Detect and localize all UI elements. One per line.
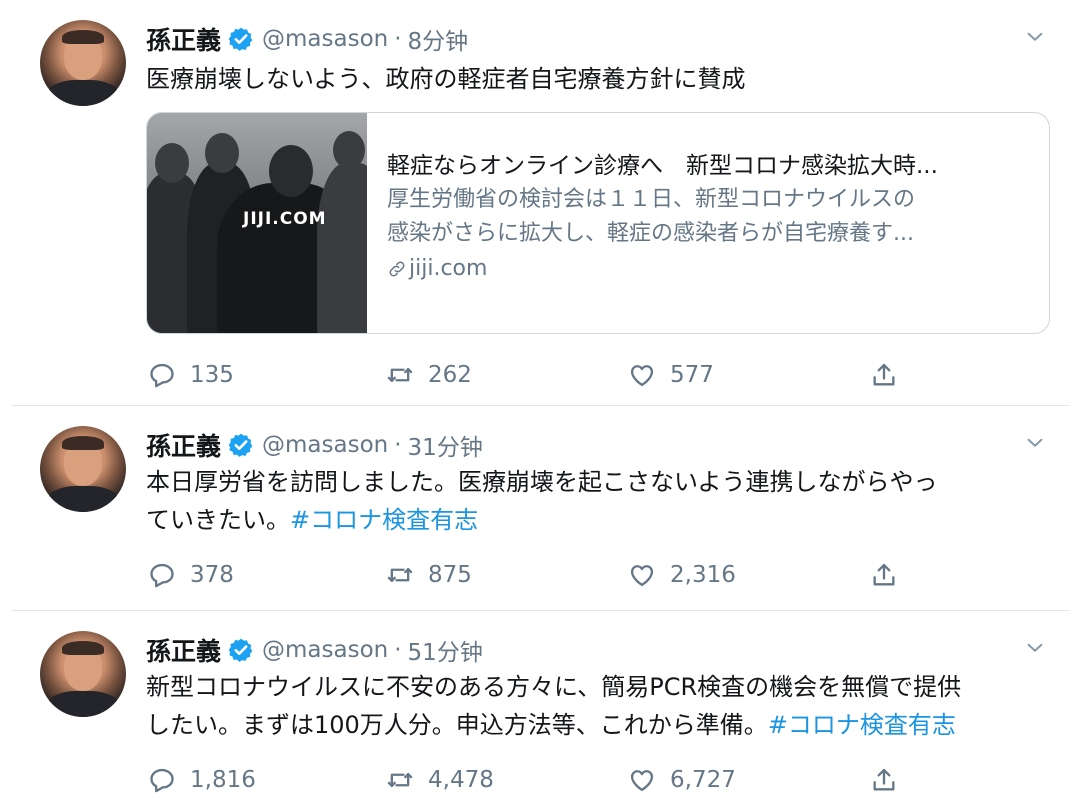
tweet-text-line-2: ていきたい。#コロナ検査有志 [146, 501, 1046, 539]
share-button[interactable] [870, 357, 898, 393]
chevron-down-icon[interactable] [1024, 26, 1046, 48]
like-icon [630, 365, 654, 387]
reply-button[interactable]: 135 [148, 357, 234, 393]
action-bar: 135 262 577 [146, 357, 926, 393]
tweet-text-line-2: したい。まずは100万人分。申込方法等、これから準備。#コロナ検査有志 [146, 706, 1046, 744]
verified-badge-icon [228, 432, 254, 458]
action-bar: 1,816 4,478 6,727 [146, 762, 926, 798]
card-title: 軽症ならオンライン診療へ 新型コロナ感染拡大時... [387, 153, 938, 179]
author-name[interactable]: 孫正義 [146, 427, 221, 463]
separator-dot: · [394, 432, 402, 458]
tweet-text-line-1: 新型コロナウイルスに不安のある方々に、簡易PCR検査の機会を無償で提供 [146, 673, 962, 701]
avatar[interactable] [40, 20, 126, 106]
reply-button[interactable]: 378 [148, 557, 234, 593]
author-handle[interactable]: @masason [262, 26, 388, 52]
retweet-button[interactable]: 4,478 [386, 762, 494, 798]
card-description-line-2: 感染がさらに拡大し、軽症の感染者らが自宅療養す... [387, 221, 914, 246]
avatar[interactable] [40, 631, 126, 717]
reply-count: 1,816 [190, 767, 256, 793]
author-handle[interactable]: @masason [262, 637, 388, 663]
card-domain: jiji.com [387, 251, 1037, 287]
like-button[interactable]: 2,316 [628, 557, 736, 593]
link-icon [389, 261, 405, 277]
share-button[interactable] [870, 557, 898, 593]
retweet-icon [387, 568, 413, 582]
card-body: 軽症ならオンライン診療へ 新型コロナ感染拡大時... 厚生労働省の検討会は１１日… [387, 149, 1037, 287]
tweet-text: 医療崩壊しないよう、政府の軽症者自宅療養方針に賛成 [146, 65, 746, 93]
timestamp[interactable]: 8分钟 [408, 22, 469, 56]
share-icon [873, 768, 895, 791]
link-card[interactable]: JIJI.COM 軽症ならオンライン診療へ 新型コロナ感染拡大時... 厚生労働… [146, 112, 1050, 334]
card-description-line-1: 厚生労働省の検討会は１１日、新型コロナウイルスの [387, 187, 916, 212]
tweet-text-line-2-body: ていきたい。 [146, 506, 290, 534]
like-count: 6,727 [670, 767, 736, 793]
avatar[interactable] [40, 426, 126, 512]
tweet-2[interactable]: 孫正義 @masason · 31分钟 本日厚労省を訪問しました。医療崩壊を起こ… [0, 406, 1080, 606]
tweet-text-line-1: 本日厚労省を訪問しました。医療崩壊を起こさないよう連携しながらやっ [146, 468, 938, 496]
retweet-icon [387, 773, 413, 787]
hashtag-link[interactable]: #コロナ検査有志 [768, 711, 956, 739]
retweet-icon [387, 367, 413, 383]
reply-count: 378 [190, 562, 234, 588]
retweet-button[interactable]: 875 [386, 557, 472, 593]
tweet-text: 本日厚労省を訪問しました。医療崩壊を起こさないよう連携しながらやっ ていきたい。… [146, 463, 1046, 539]
card-domain-text: jiji.com [409, 256, 488, 281]
reply-count: 135 [190, 362, 234, 388]
image-watermark: JIJI.COM [243, 209, 327, 229]
share-icon [873, 363, 895, 386]
reply-icon [150, 363, 174, 388]
like-icon [630, 565, 654, 587]
like-button[interactable]: 6,727 [628, 762, 736, 798]
retweet-count: 4,478 [428, 767, 494, 793]
tweet-3[interactable]: 孫正義 @masason · 51分钟 新型コロナウイルスに不安のある方々に、簡… [0, 611, 1080, 810]
retweet-count: 262 [428, 362, 472, 388]
chevron-down-icon[interactable] [1024, 432, 1046, 454]
separator-dot: · [394, 26, 402, 52]
action-bar: 378 875 2,316 [146, 557, 926, 593]
timestamp[interactable]: 31分钟 [408, 428, 483, 462]
separator-dot: · [394, 637, 402, 663]
tweet-text-line-2-body: したい。まずは100万人分。申込方法等、これから準備。 [146, 711, 768, 739]
like-button[interactable]: 577 [628, 357, 714, 393]
retweet-count: 875 [428, 562, 472, 588]
share-icon [873, 563, 895, 586]
tweet-1[interactable]: 孫正義 @masason · 8分钟 医療崩壊しないよう、政府の軽症者自宅療養方… [0, 0, 1080, 405]
like-count: 577 [670, 362, 714, 388]
like-icon [630, 770, 654, 792]
like-count: 2,316 [670, 562, 736, 588]
author-handle[interactable]: @masason [262, 432, 388, 458]
reply-icon [150, 563, 174, 588]
tweet-text: 新型コロナウイルスに不安のある方々に、簡易PCR検査の機会を無償で提供 したい。… [146, 668, 1046, 744]
tweet-header: 孫正義 @masason · 51分钟 [146, 633, 483, 667]
card-image: JIJI.COM [147, 113, 367, 333]
share-button[interactable] [870, 762, 898, 798]
verified-badge-icon [228, 26, 254, 52]
verified-badge-icon [228, 637, 254, 663]
reply-icon [150, 768, 174, 793]
tweet-header: 孫正義 @masason · 31分钟 [146, 428, 483, 462]
retweet-button[interactable]: 262 [386, 357, 472, 393]
author-name[interactable]: 孫正義 [146, 632, 221, 668]
reply-button[interactable]: 1,816 [148, 762, 256, 798]
chevron-down-icon[interactable] [1024, 637, 1046, 659]
timestamp[interactable]: 51分钟 [408, 633, 483, 667]
author-name[interactable]: 孫正義 [146, 21, 221, 57]
hashtag-link[interactable]: #コロナ検査有志 [290, 506, 478, 534]
tweet-header: 孫正義 @masason · 8分钟 [146, 22, 468, 56]
